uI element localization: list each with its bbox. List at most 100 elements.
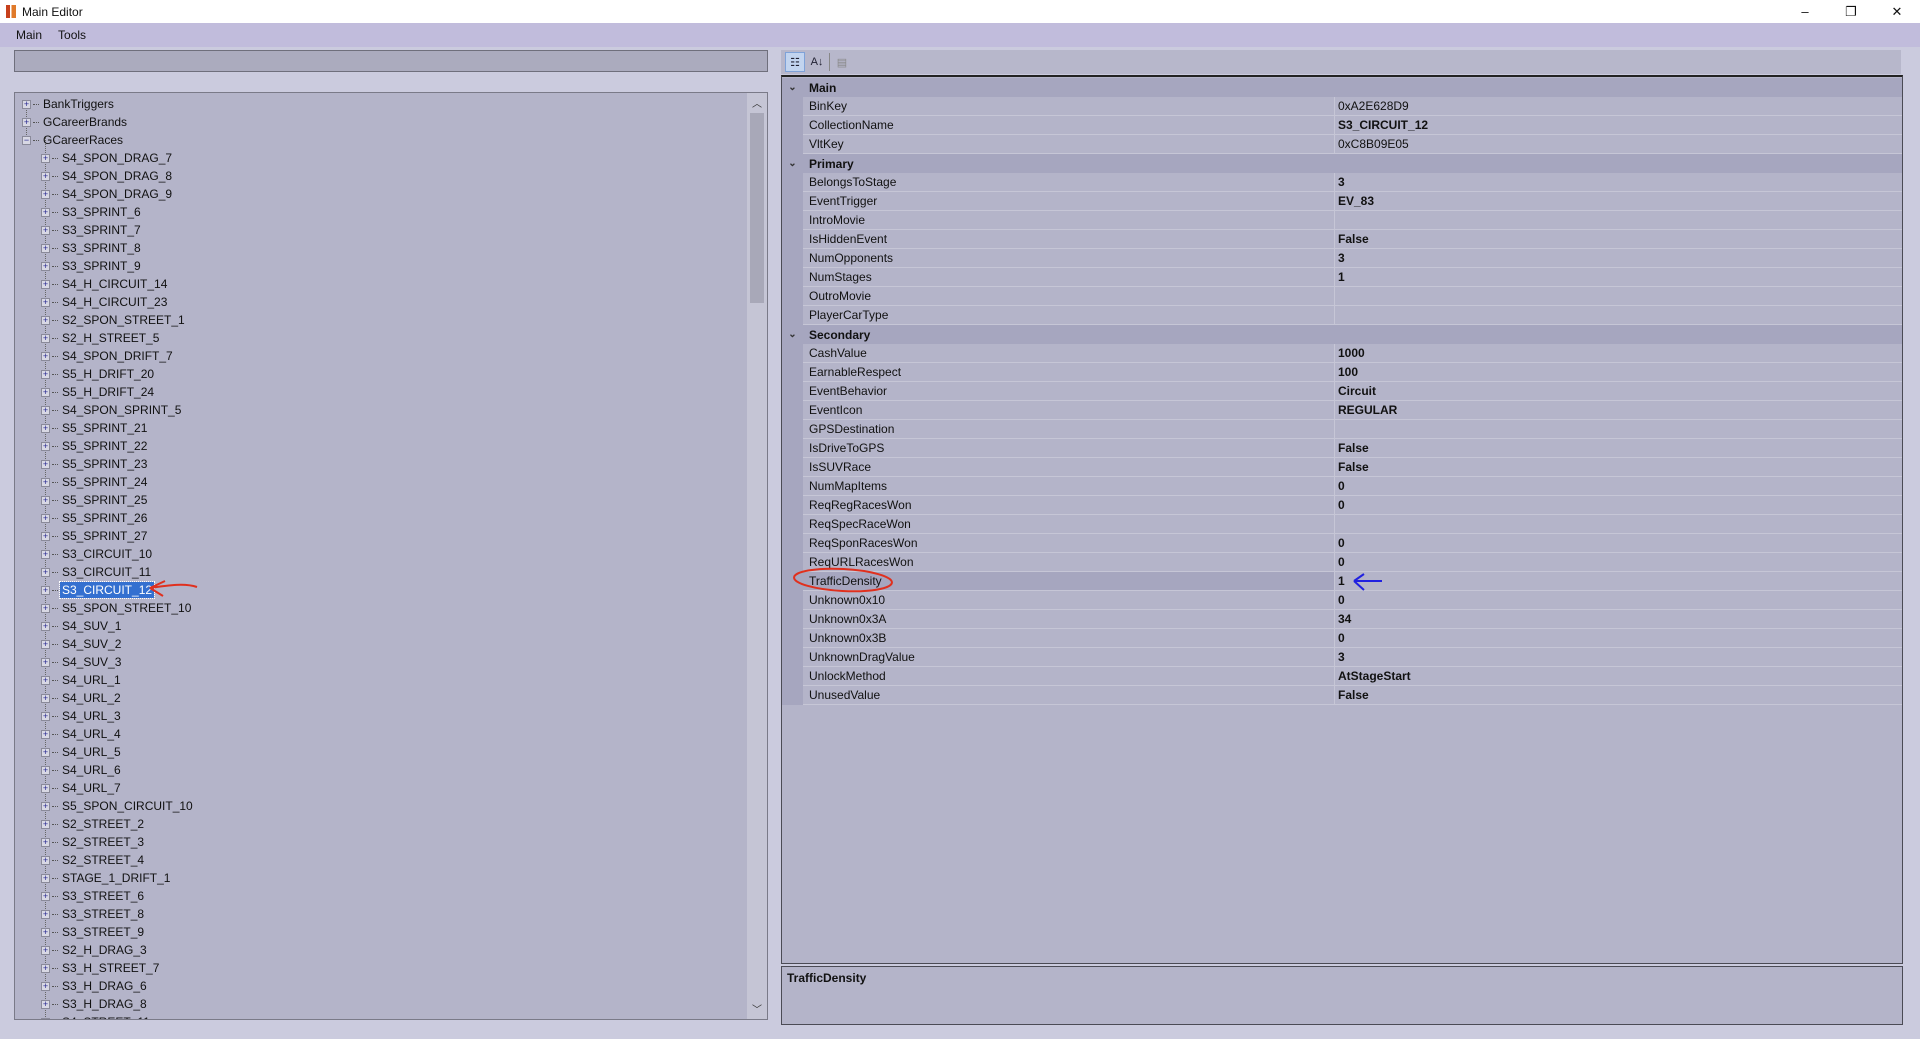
tree-node[interactable]: + S3_STREET_6 — [41, 887, 146, 905]
tree-node[interactable]: + S4_URL_7 — [41, 779, 123, 797]
expand-icon[interactable]: + — [41, 405, 50, 415]
tree-node[interactable]: + S4_URL_4 — [41, 725, 123, 743]
property-value[interactable]: 3 — [1335, 173, 1902, 192]
scroll-thumb[interactable] — [750, 113, 764, 303]
property-value[interactable]: Circuit — [1335, 382, 1902, 401]
tree-node[interactable]: + S2_H_STREET_5 — [41, 329, 161, 347]
property-value[interactable]: 1 — [1335, 572, 1902, 591]
expand-icon[interactable]: + — [41, 639, 50, 649]
expand-icon[interactable]: + — [41, 261, 50, 271]
expand-icon[interactable]: + — [41, 315, 50, 325]
menu-main[interactable]: Main — [8, 28, 50, 42]
expand-icon[interactable]: + — [41, 801, 50, 811]
expand-icon[interactable]: + — [41, 243, 50, 253]
property-value[interactable] — [1335, 287, 1902, 306]
property-value[interactable]: 1000 — [1335, 344, 1902, 363]
expand-icon[interactable]: + — [41, 297, 50, 307]
tree-node[interactable]: + S5_H_DRIFT_20 — [41, 365, 156, 383]
property-value[interactable]: 0 — [1335, 496, 1902, 515]
expand-icon[interactable]: + — [41, 693, 50, 703]
tree-node[interactable]: + S3_H_DRAG_8 — [41, 995, 149, 1013]
property-row[interactable]: EarnableRespect 100 — [782, 363, 1902, 382]
property-value[interactable] — [1335, 515, 1902, 534]
expand-icon[interactable]: + — [41, 279, 50, 289]
scroll-up-icon[interactable]: ︿ — [747, 95, 767, 113]
tree-node[interactable]: + S3_STREET_9 — [41, 923, 146, 941]
property-row[interactable]: BinKey 0xA2E628D9 — [782, 97, 1902, 116]
property-value[interactable] — [1335, 420, 1902, 439]
tree-node[interactable]: + S5_SPRINT_23 — [41, 455, 149, 473]
tree-node[interactable]: + S4_URL_6 — [41, 761, 123, 779]
menu-tools[interactable]: Tools — [50, 28, 94, 42]
tree-node[interactable]: + S4_SUV_3 — [41, 653, 123, 671]
expand-icon[interactable]: + — [41, 621, 50, 631]
property-value[interactable]: 34 — [1335, 610, 1902, 629]
tree-node[interactable]: + S4_SPON_DRAG_7 — [41, 149, 174, 167]
expand-icon[interactable]: + — [41, 765, 50, 775]
tree-node[interactable]: + S3_H_DRAG_6 — [41, 977, 149, 995]
tree-node[interactable]: + S3_SPRINT_9 — [41, 257, 143, 275]
expand-icon[interactable]: + — [41, 369, 50, 379]
property-row[interactable]: UnlockMethod AtStageStart — [782, 667, 1902, 686]
expand-icon[interactable]: + — [41, 495, 50, 505]
property-value[interactable]: False — [1335, 686, 1902, 705]
category-row[interactable]: ⌄ Main — [782, 78, 1902, 97]
expand-icon[interactable]: + — [41, 603, 50, 613]
property-row[interactable]: EventIcon REGULAR — [782, 401, 1902, 420]
tree-node[interactable]: + S5_SPRINT_25 — [41, 491, 149, 509]
expand-icon[interactable]: + — [41, 351, 50, 361]
tree-node[interactable]: + S2_STREET_3 — [41, 833, 146, 851]
tree-node[interactable]: + S3_CIRCUIT_12 — [41, 581, 156, 599]
property-row[interactable]: EventTrigger EV_83 — [782, 192, 1902, 211]
expand-icon[interactable]: + — [41, 567, 50, 577]
restore-button[interactable]: ❐ — [1828, 0, 1874, 23]
tree-node[interactable]: + S3_SPRINT_7 — [41, 221, 143, 239]
expand-icon[interactable]: + — [41, 819, 50, 829]
property-value[interactable]: 3 — [1335, 648, 1902, 667]
property-row[interactable]: IntroMovie — [782, 211, 1902, 230]
expand-icon[interactable]: + — [41, 549, 50, 559]
property-row[interactable]: GPSDestination — [782, 420, 1902, 439]
alphabetical-icon[interactable]: A↓ — [807, 52, 827, 72]
expand-icon[interactable]: + — [41, 225, 50, 235]
tree-node[interactable]: + S4_STREET_11 — [41, 1013, 152, 1019]
tree-node[interactable]: − GCareerRaces — [22, 131, 125, 149]
tree-node[interactable]: + S5_SPRINT_26 — [41, 509, 149, 527]
tree-node[interactable]: + S4_URL_3 — [41, 707, 123, 725]
property-row[interactable]: EventBehavior Circuit — [782, 382, 1902, 401]
property-value[interactable]: 0xC8B09E05 — [1335, 135, 1902, 154]
tree-node[interactable]: + S3_CIRCUIT_11 — [41, 563, 153, 581]
property-row[interactable]: PlayerCarType — [782, 306, 1902, 325]
minimize-button[interactable]: – — [1782, 0, 1828, 23]
tree-node[interactable]: + S5_H_DRIFT_24 — [41, 383, 156, 401]
tree-node[interactable]: + S4_SPON_DRIFT_7 — [41, 347, 175, 365]
property-value[interactable]: AtStageStart — [1335, 667, 1902, 686]
property-row[interactable]: TrafficDensity 1 — [782, 572, 1902, 591]
chevron-down-icon[interactable]: ⌄ — [782, 325, 803, 344]
tree-node[interactable]: + S3_SPRINT_8 — [41, 239, 143, 257]
property-row[interactable]: Unknown0x3A 34 — [782, 610, 1902, 629]
tree-node[interactable]: + S3_CIRCUIT_10 — [41, 545, 154, 563]
tree-node[interactable]: + S5_SPRINT_21 — [41, 419, 149, 437]
expand-icon[interactable]: + — [41, 423, 50, 433]
property-row[interactable]: Unknown0x10 0 — [782, 591, 1902, 610]
property-row[interactable]: CashValue 1000 — [782, 344, 1902, 363]
property-row[interactable]: IsHiddenEvent False — [782, 230, 1902, 249]
expand-icon[interactable]: + — [41, 657, 50, 667]
chevron-down-icon[interactable]: ⌄ — [782, 78, 803, 97]
property-value[interactable]: 0 — [1335, 629, 1902, 648]
property-row[interactable]: IsSUVRace False — [782, 458, 1902, 477]
tree-scrollbar[interactable]: ︿ ﹀ — [747, 93, 767, 1019]
tree-node[interactable]: + S4_SUV_1 — [41, 617, 123, 635]
expand-icon[interactable]: + — [41, 441, 50, 451]
property-value[interactable]: 0 — [1335, 534, 1902, 553]
expand-icon[interactable]: + — [41, 333, 50, 343]
tree-node[interactable]: + S3_SPRINT_6 — [41, 203, 143, 221]
property-row[interactable]: UnusedValue False — [782, 686, 1902, 705]
tree-node[interactable]: + S5_SPON_CIRCUIT_10 — [41, 797, 195, 815]
property-value[interactable]: 0 — [1335, 553, 1902, 572]
tree-node[interactable]: + S4_URL_2 — [41, 689, 123, 707]
search-input[interactable] — [14, 50, 768, 72]
property-value[interactable] — [1335, 306, 1902, 325]
expand-icon[interactable]: + — [41, 675, 50, 685]
